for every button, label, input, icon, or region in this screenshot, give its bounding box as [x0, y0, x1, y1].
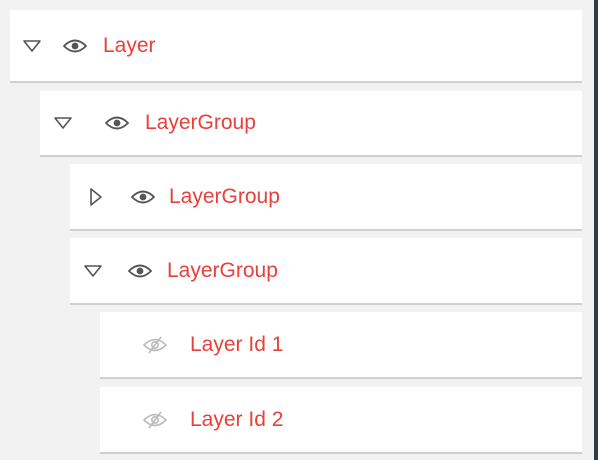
triangle-down-icon[interactable]	[22, 36, 42, 56]
tree-row-layergroup[interactable]: LayerGroup	[70, 164, 582, 231]
triangle-down-icon[interactable]	[53, 113, 73, 133]
tree-row-layergroup[interactable]: LayerGroup	[70, 238, 582, 305]
eye-slash-icon[interactable]	[142, 336, 168, 354]
tree-row-label: Layer	[103, 33, 156, 57]
tree-row-layer[interactable]: Layer	[10, 10, 582, 83]
eye-icon[interactable]	[104, 114, 130, 132]
eye-slash-icon[interactable]	[142, 411, 168, 429]
eye-icon[interactable]	[130, 188, 156, 206]
triangle-down-icon[interactable]	[83, 261, 103, 281]
eye-icon[interactable]	[62, 37, 88, 55]
eye-icon[interactable]	[127, 262, 153, 280]
tree-row-label: Layer Id 2	[190, 407, 284, 431]
tree-row-label: LayerGroup	[145, 111, 256, 134]
tree-row-layer-id-1[interactable]: Layer Id 1	[100, 312, 582, 379]
tree-row-label: LayerGroup	[167, 258, 278, 282]
triangle-right-icon[interactable]	[86, 187, 106, 207]
tree-row-label: LayerGroup	[169, 184, 280, 208]
tree-row-label: Layer Id 1	[190, 332, 284, 356]
tree-row-layer-id-2[interactable]: Layer Id 2	[100, 387, 582, 454]
tree-row-layergroup[interactable]: LayerGroup	[40, 91, 582, 157]
panel-edge	[594, 0, 598, 460]
